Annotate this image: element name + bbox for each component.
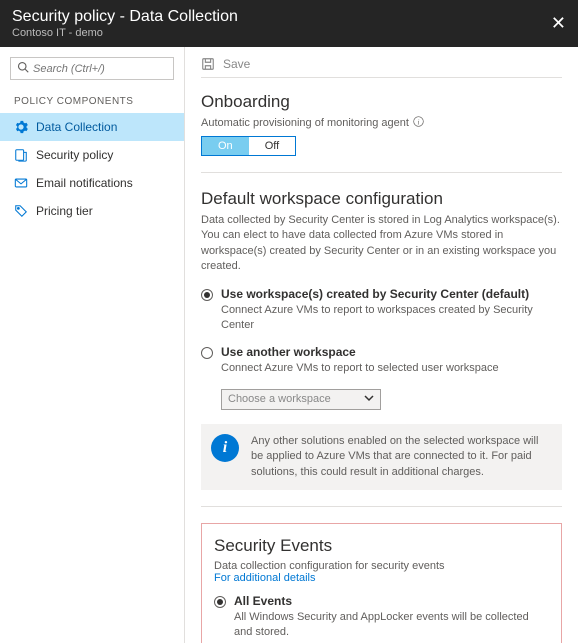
events-details-link[interactable]: For additional details	[214, 572, 549, 584]
radio-icon	[214, 596, 226, 608]
svg-text:i: i	[417, 119, 419, 126]
workspace-title: Default workspace configuration	[201, 189, 562, 209]
callout-text: Any other solutions enabled on the selec…	[251, 434, 552, 480]
events-option-all[interactable]: All Events	[214, 594, 549, 608]
onboarding-section: Onboarding Automatic provisioning of mon…	[201, 92, 562, 156]
mail-icon	[14, 176, 28, 190]
onboarding-subtitle: Automatic provisioning of monitoring age…	[201, 116, 562, 130]
workspace-option-another-desc: Connect Azure VMs to report to selected …	[221, 361, 562, 376]
divider	[201, 506, 562, 507]
workspace-section: Default workspace configuration Data col…	[201, 189, 562, 490]
info-callout: i Any other solutions enabled on the sel…	[201, 424, 562, 490]
sidebar-heading: POLICY COMPONENTS	[0, 96, 184, 113]
sidebar-item-pricing-tier[interactable]: Pricing tier	[0, 197, 184, 225]
sidebar-item-data-collection[interactable]: Data Collection	[0, 113, 184, 141]
onboarding-title: Onboarding	[201, 92, 562, 112]
radio-icon	[201, 347, 213, 359]
search-input[interactable]	[33, 63, 167, 75]
gear-icon	[14, 120, 28, 134]
main-content: Save Onboarding Automatic provisioning o…	[185, 47, 578, 643]
events-option-all-desc: All Windows Security and AppLocker event…	[234, 610, 549, 641]
page-subtitle: Contoso IT - demo	[12, 27, 238, 39]
events-desc: Data collection configuration for securi…	[214, 560, 549, 572]
workspace-option-default-desc: Connect Azure VMs to report to workspace…	[221, 303, 562, 334]
divider	[201, 172, 562, 173]
toggle-off[interactable]: Off	[249, 137, 295, 155]
sidebar-item-security-policy[interactable]: Security policy	[0, 141, 184, 169]
chevron-down-icon	[364, 393, 374, 406]
save-button[interactable]: Save	[201, 57, 250, 71]
security-events-section: Security Events Data collection configur…	[201, 523, 562, 643]
radio-icon	[201, 289, 213, 301]
sidebar-item-label: Data Collection	[36, 120, 117, 134]
toggle-on[interactable]: On	[202, 137, 249, 155]
provisioning-toggle: On Off	[201, 136, 296, 156]
close-icon[interactable]: ✕	[551, 13, 566, 34]
policy-icon	[14, 148, 28, 162]
info-icon: i	[211, 434, 239, 462]
sidebar: POLICY COMPONENTS Data Collection Securi…	[0, 47, 185, 643]
panel-header: Security policy - Data Collection Contos…	[0, 0, 578, 47]
workspace-option-default[interactable]: Use workspace(s) created by Security Cen…	[201, 287, 562, 301]
toolbar: Save	[201, 57, 562, 78]
sidebar-item-label: Email notifications	[36, 176, 133, 190]
search-icon	[17, 61, 29, 76]
workspace-select[interactable]: Choose a workspace	[221, 389, 381, 410]
page-title: Security policy - Data Collection	[12, 8, 238, 26]
save-icon	[201, 57, 215, 71]
sidebar-item-label: Pricing tier	[36, 204, 93, 218]
info-icon[interactable]: i	[413, 116, 424, 130]
tag-icon	[14, 204, 28, 218]
workspace-option-another[interactable]: Use another workspace	[201, 345, 562, 359]
sidebar-item-label: Security policy	[36, 148, 113, 162]
sidebar-item-email-notifications[interactable]: Email notifications	[0, 169, 184, 197]
events-title: Security Events	[214, 536, 549, 556]
search-box[interactable]	[10, 57, 174, 80]
workspace-desc: Data collected by Security Center is sto…	[201, 213, 562, 275]
